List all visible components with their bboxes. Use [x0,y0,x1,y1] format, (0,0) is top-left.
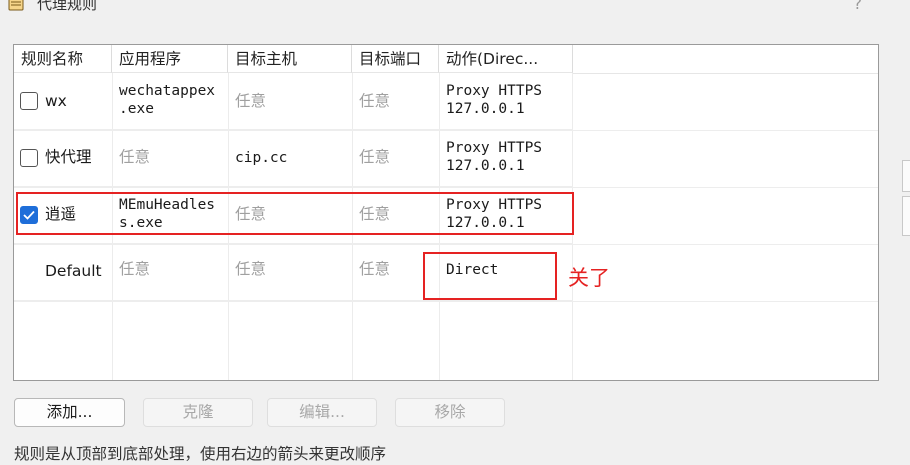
footer-hint: 规则是从顶部到底部处理，使用右边的箭头来更改顺序 [14,445,387,463]
move-up-arrow-button[interactable] [902,160,910,192]
highlight-box-xiaoyao-row [16,192,574,235]
column-header-application[interactable]: 应用程序 [112,45,228,73]
rule-application: wechatappex .exe [119,83,216,117]
column-header-target-host[interactable]: 目标主机 [228,45,352,73]
clone-button[interactable]: 克隆 [143,398,253,427]
rule-application: 任意 [119,260,151,278]
rule-host: cip.cc [235,150,288,166]
rule-name: 快代理 [45,148,92,166]
rule-row-kuaidaili[interactable]: 快代理 任意 cip.cc 任意 Proxy HTTPS 127.0.0.1 [14,130,573,187]
rule-action: Proxy HTTPS 127.0.0.1 [446,83,543,117]
app-icon [8,0,24,11]
move-down-arrow-button[interactable] [902,196,910,236]
rule-host: 任意 [235,92,267,110]
edit-button[interactable]: 编辑... [267,398,377,427]
column-header-target-port[interactable]: 目标端口 [352,45,439,73]
window-title: 代理规则 [37,0,98,13]
rule-row-wx[interactable]: wx wechatappex .exe 任意 任意 Proxy HTTPS 12… [14,73,573,130]
rule-host: 任意 [235,260,267,278]
rule-enable-checkbox[interactable] [20,92,38,110]
rule-name: Default [45,262,102,280]
add-button[interactable]: 添加... [14,398,125,427]
rule-enable-checkbox[interactable] [20,149,38,167]
rule-action: Proxy HTTPS 127.0.0.1 [446,140,543,174]
title-bar: 代理规则 ? [0,0,910,18]
rule-application: 任意 [119,148,151,166]
column-header-rule-name[interactable]: 规则名称 [14,45,112,73]
rule-port: 任意 [359,148,391,166]
rule-name: wx [45,92,67,110]
highlight-box-direct-action [423,252,557,300]
help-icon[interactable]: ? [854,0,863,14]
column-header-action[interactable]: 动作(Direc... [439,45,573,73]
rule-port: 任意 [359,92,391,110]
remove-button[interactable]: 移除 [395,398,505,427]
annotation-text: 关了 [568,266,610,290]
